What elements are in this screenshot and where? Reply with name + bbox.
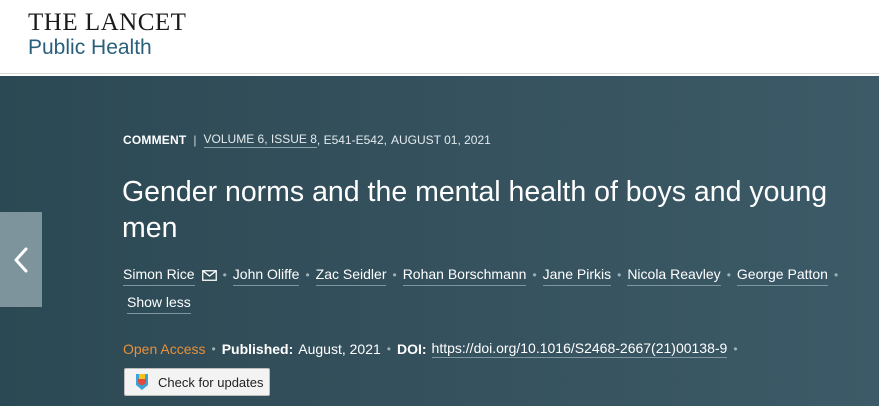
author-link[interactable]: John Oliffe bbox=[232, 264, 300, 286]
journal-logo-subtitle[interactable]: Public Health bbox=[28, 36, 152, 60]
publication-info: Open Access • Published: August, 2021 • … bbox=[123, 340, 744, 358]
crossmark-icon bbox=[134, 373, 150, 391]
author-link[interactable]: George Patton bbox=[736, 264, 828, 286]
author-link[interactable]: Simon Rice bbox=[123, 264, 195, 286]
article-date: AUGUST 01, 2021 bbox=[390, 133, 491, 147]
author-separator: • bbox=[532, 268, 537, 282]
author-separator: • bbox=[726, 268, 731, 282]
published-date: August, 2021 bbox=[298, 341, 381, 357]
author-link[interactable]: Nicola Reavley bbox=[627, 264, 721, 286]
pub-separator: • bbox=[386, 342, 391, 356]
site-header: THE LANCET Public Health bbox=[0, 0, 879, 72]
journal-logo-title[interactable]: THE LANCET bbox=[28, 9, 186, 37]
doi-link[interactable]: https://doi.org/10.1016/S2468-2667(21)00… bbox=[431, 340, 728, 358]
check-for-updates-label: Check for updates bbox=[158, 374, 264, 390]
volume-issue-link[interactable]: VOLUME 6, ISSUE 8 bbox=[203, 132, 317, 148]
published-label: Published: bbox=[221, 341, 294, 357]
meta-separator: | bbox=[193, 133, 197, 147]
header-divider bbox=[0, 73, 879, 74]
previous-article-button[interactable] bbox=[0, 212, 42, 307]
author-separator: • bbox=[833, 268, 839, 282]
chevron-left-icon bbox=[14, 247, 28, 272]
mail-icon[interactable] bbox=[201, 269, 217, 281]
article-type: COMMENT bbox=[123, 133, 187, 147]
author-separator: • bbox=[617, 268, 622, 282]
author-separator: • bbox=[392, 268, 397, 282]
article-meta: COMMENT | VOLUME 6, ISSUE 8 , E541-E542,… bbox=[123, 132, 491, 148]
pub-separator: • bbox=[733, 342, 738, 356]
author-separator: • bbox=[222, 268, 227, 282]
article-title: Gender norms and the mental health of bo… bbox=[122, 176, 828, 244]
author-separator: • bbox=[305, 268, 310, 282]
author-list: Simon Rice • John Oliffe • Zac Seidler •… bbox=[123, 264, 873, 314]
check-for-updates-button[interactable]: Check for updates bbox=[124, 368, 270, 396]
author-link[interactable]: Rohan Borschmann bbox=[402, 264, 527, 286]
article-hero: COMMENT | VOLUME 6, ISSUE 8 , E541-E542,… bbox=[0, 76, 879, 406]
open-access-badge: Open Access bbox=[123, 341, 206, 357]
author-link[interactable]: Zac Seidler bbox=[315, 264, 387, 286]
show-less-button[interactable]: Show less bbox=[127, 292, 191, 314]
pub-separator: • bbox=[211, 342, 216, 356]
article-pages: , E541-E542, bbox=[316, 133, 387, 147]
doi-label: DOI: bbox=[396, 341, 427, 357]
author-link[interactable]: Jane Pirkis bbox=[542, 264, 612, 286]
